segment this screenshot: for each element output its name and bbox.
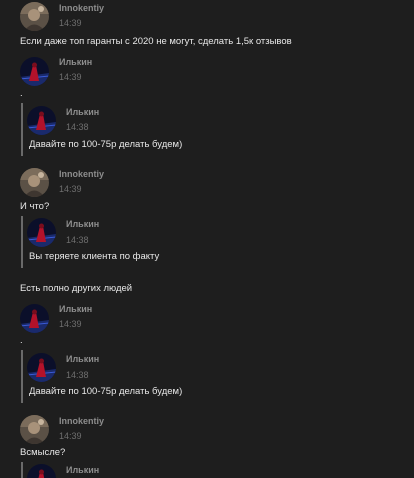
avatar-ilkin[interactable] — [27, 353, 56, 382]
message-text: Всмысле? — [20, 447, 66, 458]
quote-bar — [21, 462, 23, 478]
message-text: . — [20, 335, 23, 346]
message-author[interactable]: Илькин — [59, 304, 92, 314]
quote-author[interactable]: Илькин — [66, 219, 99, 229]
quote-author[interactable]: Илькин — [66, 354, 99, 364]
message-time: 14:39 — [59, 72, 82, 82]
message-text: Если даже топ гаранты с 2020 не могут, с… — [20, 36, 292, 47]
avatar-innokentiy[interactable] — [20, 168, 49, 197]
avatar-ilkin[interactable] — [27, 464, 56, 478]
avatar-ilkin[interactable] — [27, 106, 56, 135]
message-time: 14:39 — [59, 319, 82, 329]
avatar-innokentiy[interactable] — [20, 415, 49, 444]
quote-bar — [21, 216, 23, 268]
quote-author[interactable]: Илькин — [66, 107, 99, 117]
quote-time: 14:38 — [66, 235, 89, 245]
message-time: 14:39 — [59, 184, 82, 194]
quote-text: Давайте по 100-75р делать будем) — [29, 386, 183, 397]
avatar-ilkin[interactable] — [20, 57, 49, 86]
quote-time: 14:38 — [66, 122, 89, 132]
avatar-ilkin[interactable] — [27, 218, 56, 247]
message-text: . — [20, 88, 23, 99]
message-author[interactable]: Innokentiy — [59, 3, 104, 13]
quote-author[interactable]: Илькин — [66, 465, 99, 475]
quote-text: Давайте по 100-75р делать будем) — [29, 139, 183, 150]
message-text: Есть полно других людей — [20, 283, 133, 294]
chat-history: Innokentiy 14:39 Если даже топ гаранты с… — [0, 0, 414, 478]
message-text: И что? — [20, 201, 50, 212]
quote-bar — [21, 350, 23, 403]
avatar-innokentiy[interactable] — [20, 2, 49, 31]
quote-text: Вы теряете клиента по факту — [29, 251, 160, 262]
quote-bar — [21, 103, 23, 156]
avatar-ilkin[interactable] — [20, 304, 49, 333]
message-author[interactable]: Innokentiy — [59, 169, 104, 179]
message-author[interactable]: Innokentiy — [59, 416, 104, 426]
message-time: 14:39 — [59, 18, 82, 28]
quote-time: 14:38 — [66, 370, 89, 380]
message-time: 14:39 — [59, 431, 82, 441]
message-author[interactable]: Илькин — [59, 57, 92, 67]
